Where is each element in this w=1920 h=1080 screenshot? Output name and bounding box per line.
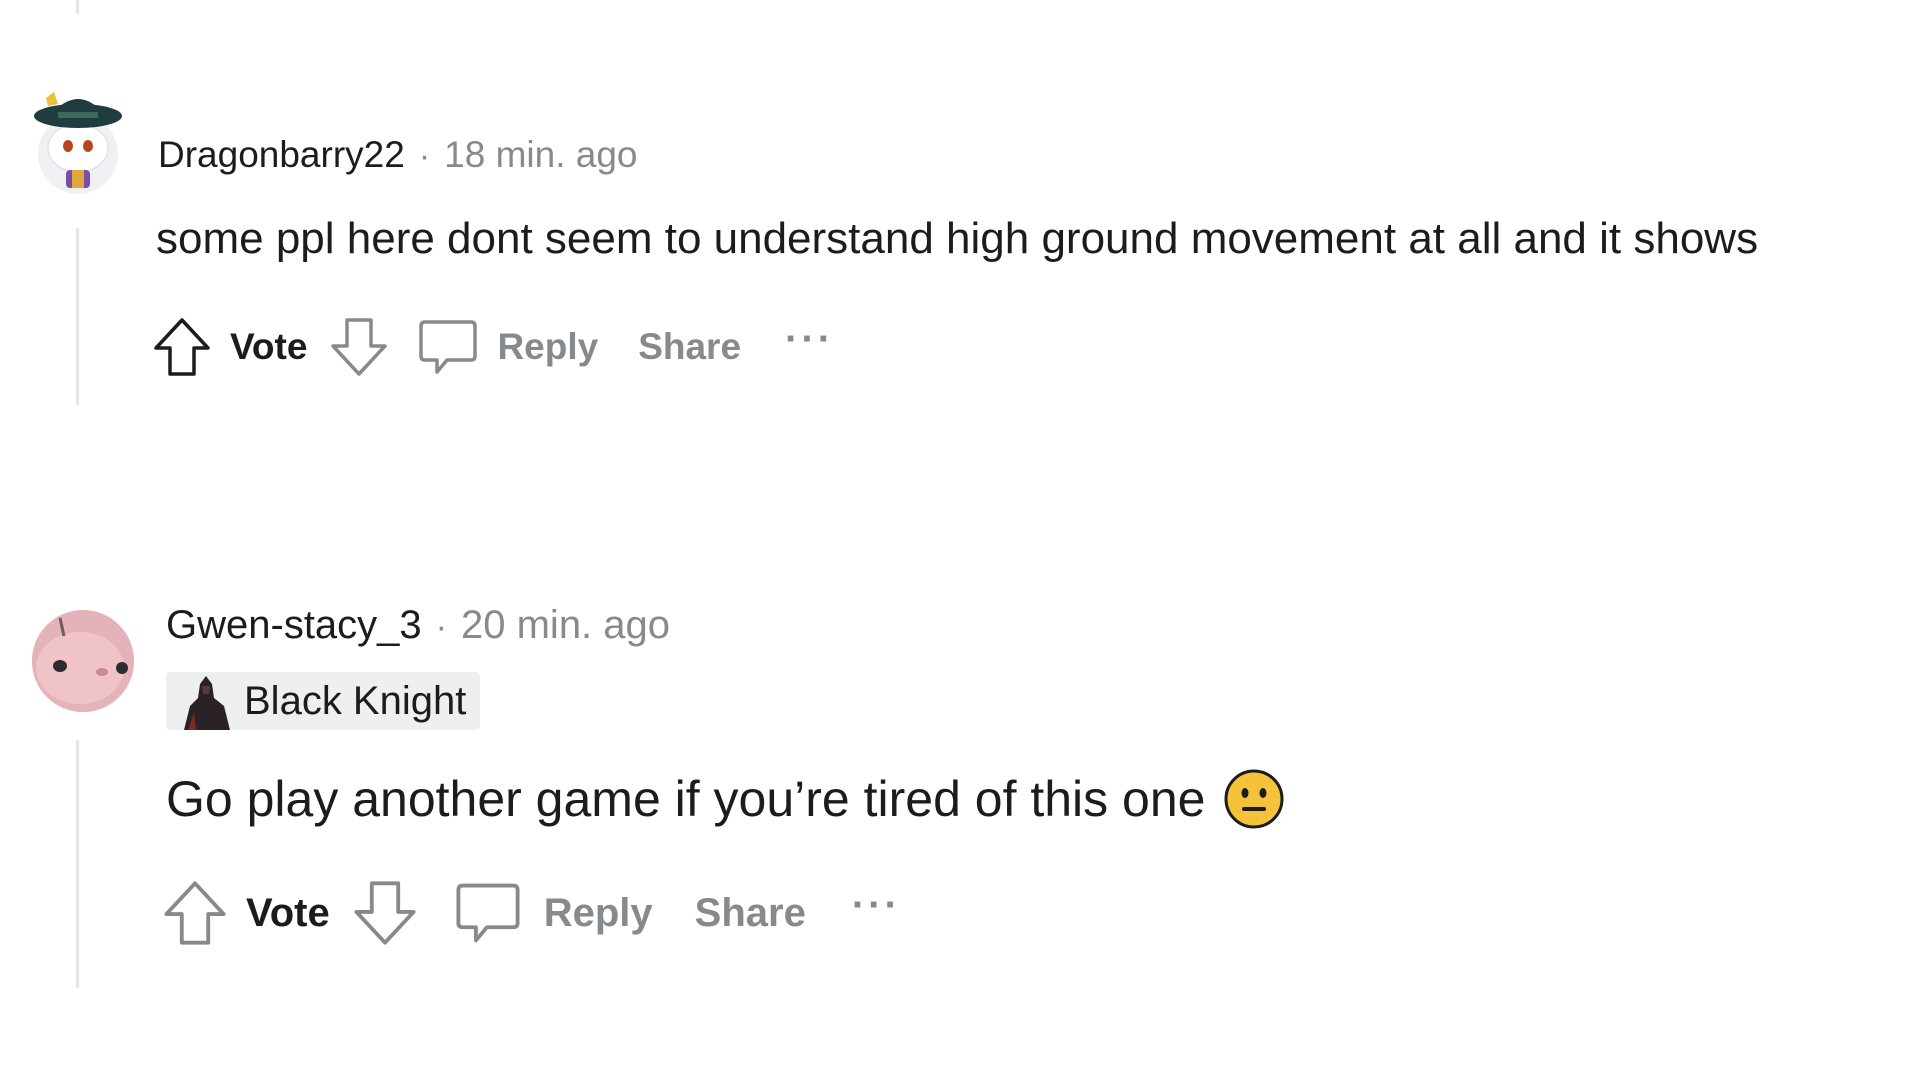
username[interactable]: Gwen-stacy_3 bbox=[166, 603, 422, 648]
thread-line[interactable] bbox=[76, 740, 79, 988]
meta-separator: · bbox=[435, 608, 447, 646]
comment-thread: Dragonbarry22 · 18 min. ago some ppl her… bbox=[0, 0, 1920, 1080]
meta-separator: · bbox=[418, 137, 431, 175]
username[interactable]: Dragonbarry22 bbox=[158, 134, 405, 176]
thread-line[interactable] bbox=[76, 228, 79, 405]
timestamp[interactable]: 20 min. ago bbox=[461, 603, 670, 648]
reply-button[interactable]: Reply bbox=[454, 879, 653, 947]
comment-meta: Gwen-stacy_3 · 20 min. ago bbox=[166, 603, 670, 648]
comment-actions: Vote Reply Share ··· bbox=[162, 878, 901, 948]
upvote-icon[interactable] bbox=[162, 878, 228, 948]
snoo-avatar-icon bbox=[34, 92, 122, 194]
comment-body: Go play another game if you’re tired of … bbox=[166, 768, 1285, 830]
comment-icon bbox=[419, 320, 478, 374]
comment-actions: Vote Reply Share ··· bbox=[152, 316, 834, 378]
user-flair: Black Knight bbox=[166, 672, 481, 730]
avatar[interactable] bbox=[32, 610, 134, 712]
comment-body-text: Go play another game if you’re tired of … bbox=[166, 771, 1206, 827]
upvote-icon[interactable] bbox=[152, 316, 212, 378]
flair-label: Black Knight bbox=[244, 678, 467, 723]
pink-creature-avatar-icon bbox=[32, 610, 134, 712]
reply-label: Reply bbox=[497, 326, 599, 367]
comment-body: some ppl here dont seem to understand hi… bbox=[156, 214, 1759, 263]
more-options-button[interactable]: ··· bbox=[852, 883, 901, 928]
downvote-icon[interactable] bbox=[329, 316, 389, 378]
more-options-button[interactable]: ··· bbox=[785, 317, 834, 362]
vote-label: Vote bbox=[230, 326, 308, 367]
vote-label: Vote bbox=[246, 890, 330, 935]
comment-icon bbox=[456, 883, 520, 943]
share-button[interactable]: Share bbox=[695, 891, 806, 936]
reply-label: Reply bbox=[543, 890, 653, 935]
avatar[interactable] bbox=[28, 82, 128, 197]
neutral-face-icon bbox=[1224, 769, 1284, 829]
downvote-icon[interactable] bbox=[352, 878, 418, 948]
reply-button[interactable]: Reply bbox=[417, 316, 598, 378]
share-button[interactable]: Share bbox=[638, 326, 741, 368]
parent-thread-line[interactable] bbox=[76, 0, 79, 14]
timestamp[interactable]: 18 min. ago bbox=[444, 134, 637, 176]
comment-meta: Dragonbarry22 · 18 min. ago bbox=[158, 134, 638, 176]
black-knight-flair-icon bbox=[184, 676, 230, 730]
